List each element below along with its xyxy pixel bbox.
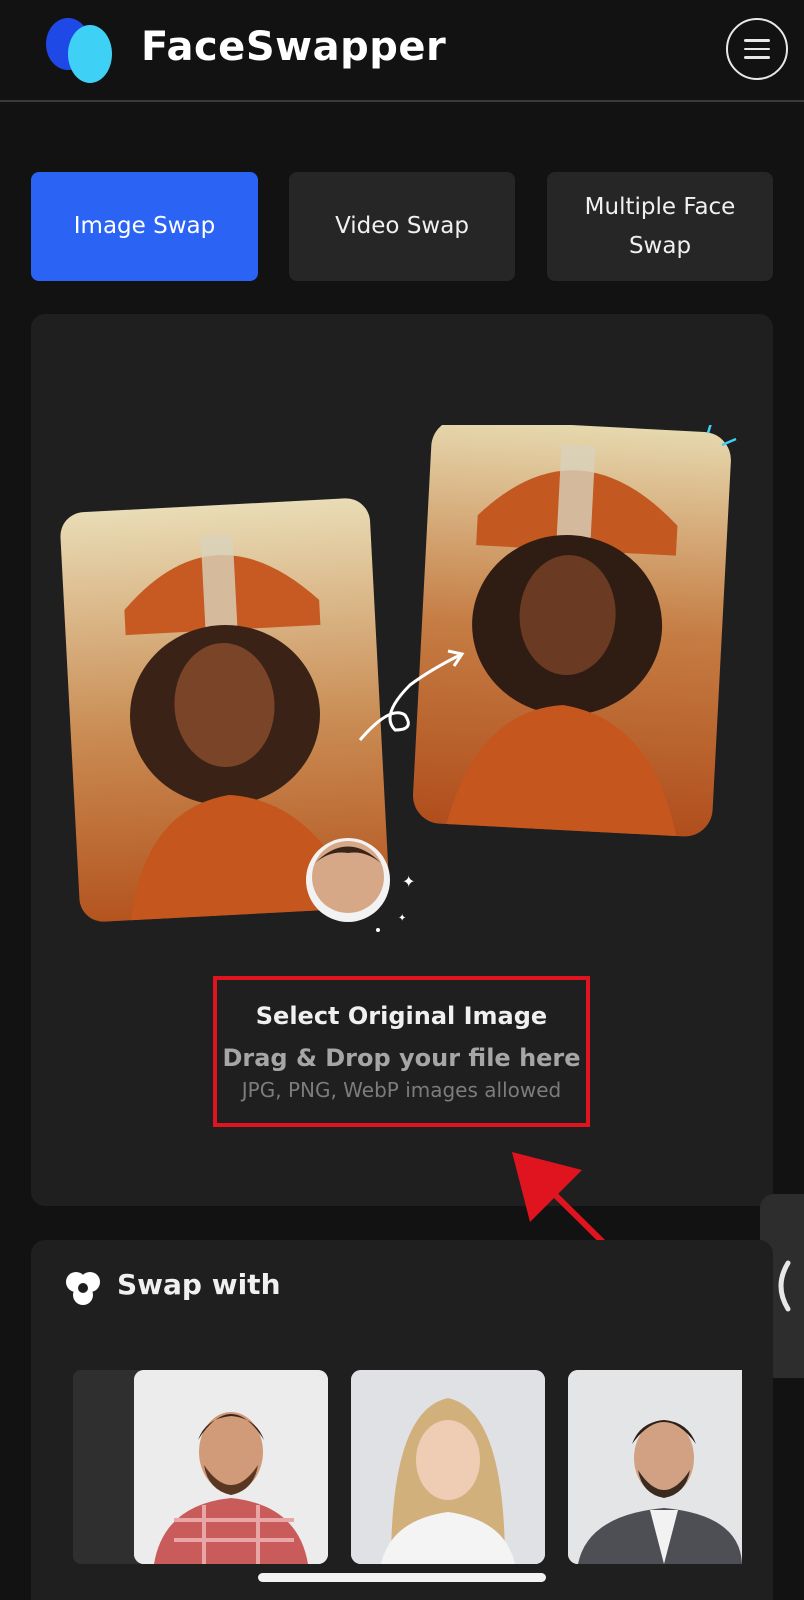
swap-with-thumbnails bbox=[31, 1370, 773, 1600]
tab-multiple-face-swap[interactable]: Multiple Face Swap bbox=[547, 172, 773, 281]
upload-formats: JPG, PNG, WebP images allowed bbox=[241, 1077, 562, 1102]
swapped-photo-card bbox=[412, 425, 731, 837]
thumbnail-placeholder bbox=[73, 1370, 143, 1564]
faceswapper-logo-icon[interactable] bbox=[40, 10, 120, 90]
hamburger-menu-icon[interactable] bbox=[726, 18, 788, 80]
menu-line bbox=[744, 39, 770, 42]
thumbnail-blonde-woman[interactable] bbox=[351, 1370, 545, 1564]
swap-with-title: Swap with bbox=[117, 1268, 281, 1301]
swap-with-card: Swap with bbox=[31, 1240, 773, 1600]
upload-title: Select Original Image bbox=[255, 1001, 548, 1030]
man-suit-image bbox=[568, 1370, 742, 1564]
tab-label: Image Swap bbox=[73, 213, 216, 239]
tab-label: Video Swap bbox=[335, 213, 469, 239]
chevron-left-icon bbox=[778, 1260, 791, 1312]
thumbnail-man-plaid-shirt[interactable] bbox=[134, 1370, 328, 1564]
man-plaid-shirt-image bbox=[134, 1370, 328, 1564]
app-header: FaceSwapper bbox=[0, 0, 804, 102]
thumbnail-man-suit[interactable] bbox=[568, 1370, 742, 1564]
upload-dropzone[interactable]: Select Original Image Drag & Drop your f… bbox=[213, 976, 590, 1127]
upload-subtitle: Drag & Drop your file here bbox=[222, 1043, 581, 1072]
menu-line bbox=[744, 56, 770, 59]
brand-title[interactable]: FaceSwapper bbox=[141, 24, 446, 70]
tab-video-swap[interactable]: Video Swap bbox=[289, 172, 515, 281]
tab-label: Multiple Face Swap bbox=[584, 193, 736, 259]
blonde-woman-image bbox=[351, 1370, 545, 1564]
face-swap-illustration: ✦ ✦ bbox=[60, 425, 737, 932]
svg-text:✦: ✦ bbox=[402, 872, 415, 891]
menu-line bbox=[744, 47, 770, 51]
home-indicator bbox=[258, 1573, 546, 1582]
faces-cluster-icon bbox=[66, 1272, 100, 1305]
tab-image-swap[interactable]: Image Swap bbox=[31, 172, 258, 281]
svg-text:✦: ✦ bbox=[398, 913, 406, 924]
